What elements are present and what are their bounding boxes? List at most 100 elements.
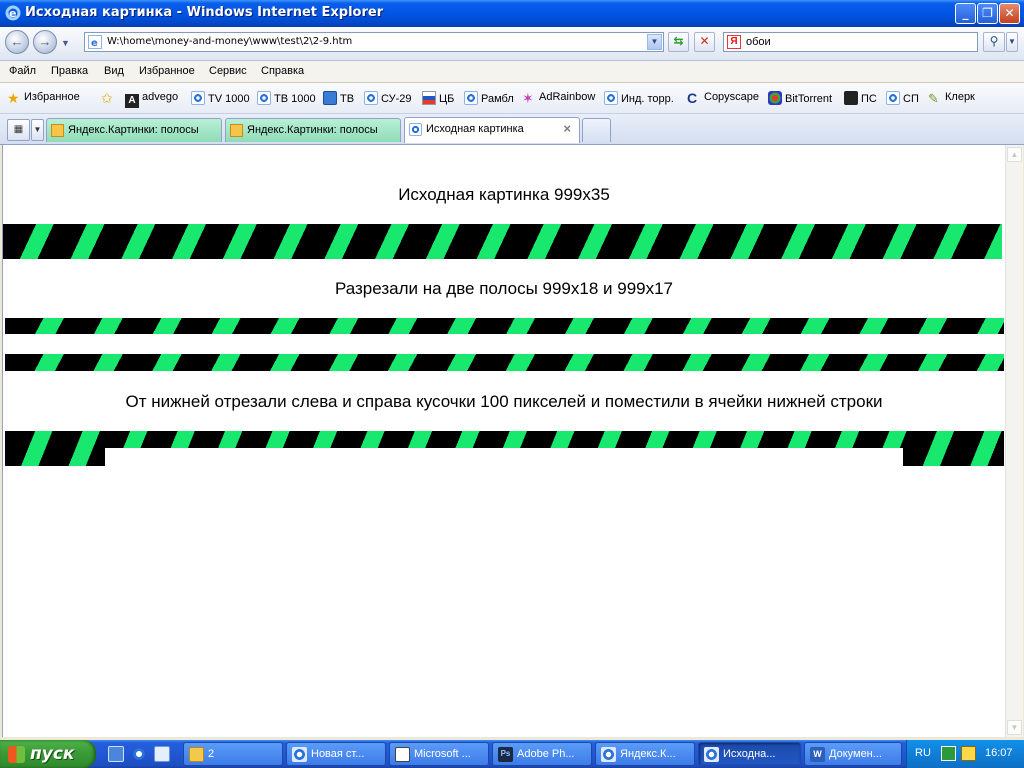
fav-rambler[interactable]: Рамбл bbox=[464, 91, 514, 107]
paperclip-icon: ✎ bbox=[928, 91, 939, 106]
fav-tv1000[interactable]: TV 1000 bbox=[191, 91, 250, 107]
ie-page-icon bbox=[364, 91, 378, 105]
fav-adrainbow[interactable]: ✶ AdRainbow bbox=[522, 91, 595, 107]
fav-ps[interactable]: ПС bbox=[844, 91, 877, 107]
fav-su29[interactable]: СУ-29 bbox=[364, 91, 411, 107]
bittorrent-icon bbox=[768, 91, 782, 105]
search-value: обои bbox=[746, 36, 771, 48]
svg-text:e: e bbox=[91, 38, 98, 49]
folder-icon bbox=[189, 747, 204, 762]
tv-icon bbox=[323, 91, 337, 105]
yandex-search-icon: Я bbox=[727, 35, 741, 49]
menu-view[interactable]: Вид bbox=[104, 65, 124, 77]
forward-button[interactable]: → bbox=[33, 30, 57, 54]
task-photoshop[interactable]: Ps Adobe Ph... bbox=[492, 742, 592, 766]
tray-status-icon[interactable] bbox=[961, 746, 976, 761]
heading-original: Исходная картинка 999x35 bbox=[398, 185, 610, 204]
refresh-icon: ⇆ bbox=[673, 34, 684, 48]
history-dropdown-icon[interactable]: ▼ bbox=[61, 38, 70, 48]
fav-advego[interactable]: Aadvego bbox=[125, 91, 178, 108]
task-microsoft[interactable]: Microsoft ... bbox=[389, 742, 489, 766]
star-icon: ★ bbox=[7, 90, 20, 106]
add-star-icon: ✩ bbox=[101, 90, 113, 106]
task-document[interactable]: W Докумен... bbox=[804, 742, 902, 766]
fav-cb[interactable]: ЦБ bbox=[422, 91, 454, 107]
menu-tools[interactable]: Сервис bbox=[209, 65, 247, 77]
address-dropdown-icon[interactable]: ▼ bbox=[647, 34, 662, 50]
title-bar[interactable]: e Исходная картинка - Windows Internet E… bbox=[0, 0, 1024, 27]
system-tray: RU 16:07 bbox=[906, 740, 1024, 768]
new-tab-button[interactable] bbox=[582, 118, 611, 142]
menu-help[interactable]: Справка bbox=[261, 65, 304, 77]
task-yandex[interactable]: Яндекс.К... bbox=[595, 742, 695, 766]
copyscape-icon: C bbox=[687, 90, 698, 106]
add-favorite-button[interactable]: ✩ bbox=[101, 91, 118, 107]
search-options-button[interactable]: ▼ bbox=[1006, 32, 1018, 52]
menu-file[interactable]: Файл bbox=[9, 65, 36, 77]
photoshop-icon: Ps bbox=[498, 747, 513, 762]
address-url: W:\home\money-and-money\www\test\2\2-9.h… bbox=[107, 36, 353, 47]
ie-icon bbox=[601, 747, 616, 762]
stop-button[interactable]: ✕ bbox=[694, 32, 715, 52]
task-new-page[interactable]: Новая ст... bbox=[286, 742, 386, 766]
quick-tabs-button[interactable]: ▦ bbox=[7, 119, 30, 141]
language-indicator[interactable]: RU bbox=[915, 747, 931, 759]
favorites-bar: ★ Избранное ✩ Aadvego TV 1000 ТВ 1000 ТВ … bbox=[0, 83, 1024, 114]
menu-edit[interactable]: Правка bbox=[51, 65, 88, 77]
heading-cut: От нижней отрезали слева и справа кусочк… bbox=[125, 392, 883, 411]
word-icon: W bbox=[810, 747, 825, 762]
start-label: пуск bbox=[30, 744, 75, 764]
tab-active[interactable]: Исходная картинка × bbox=[404, 117, 580, 143]
refresh-button[interactable]: ⇆ bbox=[668, 32, 689, 52]
address-input[interactable]: e W:\home\money-and-money\www\test\2\2-9… bbox=[84, 32, 664, 52]
close-button[interactable]: ✕ bbox=[999, 3, 1020, 24]
vertical-scrollbar[interactable]: ▲ ▼ bbox=[1005, 145, 1023, 737]
chevron-down-icon: ▼ bbox=[33, 125, 42, 134]
start-button[interactable]: пуск bbox=[0, 740, 96, 768]
search-input[interactable]: Я обои bbox=[723, 32, 978, 52]
address-toolbar: ← → ▼ e W:\home\money-and-money\www\test… bbox=[0, 27, 1024, 61]
fav-tb1000[interactable]: ТВ 1000 bbox=[257, 91, 316, 107]
heading-split: Разрезали на две полосы 999x18 и 999x17 bbox=[334, 279, 674, 298]
scroll-up-icon[interactable]: ▲ bbox=[1007, 147, 1022, 162]
task-active-page[interactable]: Исходна... bbox=[698, 742, 801, 766]
fav-klerk[interactable]: ✎ Клерк bbox=[928, 91, 975, 107]
yandex-images-icon bbox=[230, 124, 243, 137]
minimize-icon: _ bbox=[962, 6, 969, 20]
tab-yandex-2[interactable]: Яндекс.Картинки: полосы bbox=[225, 118, 401, 142]
tab-bar: ▦ ▼ Яндекс.Картинки: полосы Яндекс.Карти… bbox=[0, 114, 1024, 145]
search-button[interactable]: ⚲ bbox=[983, 32, 1005, 52]
stripe-original-image bbox=[3, 224, 1002, 259]
close-icon: ✕ bbox=[1004, 6, 1015, 20]
tab-list-button[interactable]: ▼ bbox=[31, 119, 44, 141]
clock: 16:07 bbox=[985, 747, 1013, 759]
menu-favorites[interactable]: Избранное bbox=[139, 65, 195, 77]
back-button[interactable]: ← bbox=[5, 30, 29, 54]
ie-quicklaunch-icon[interactable] bbox=[131, 746, 147, 762]
favorites-center-button[interactable]: ★ Избранное bbox=[7, 91, 80, 107]
ie-page-icon bbox=[409, 123, 422, 136]
ie-page-icon bbox=[257, 91, 271, 105]
tab-label: Исходная картинка bbox=[426, 123, 524, 135]
scroll-down-icon[interactable]: ▼ bbox=[1007, 720, 1022, 735]
maximize-icon: ❐ bbox=[982, 6, 993, 20]
fav-ind-torr[interactable]: Инд. торр. bbox=[604, 91, 674, 107]
maximize-button[interactable]: ❐ bbox=[977, 3, 998, 24]
windows-flag-icon bbox=[8, 746, 25, 763]
ie-alt-quicklaunch-icon[interactable] bbox=[154, 746, 170, 762]
fav-sp[interactable]: СП bbox=[886, 91, 919, 107]
fav-copyscape[interactable]: C Copyscape bbox=[687, 91, 759, 107]
fav-bittorrent[interactable]: BitTorrent bbox=[768, 91, 832, 107]
task-folder-2[interactable]: 2 bbox=[183, 742, 283, 766]
back-arrow-icon: ← bbox=[10, 34, 24, 49]
close-tab-icon[interactable]: × bbox=[563, 121, 571, 136]
tray-app-icon[interactable] bbox=[941, 746, 956, 761]
menu-bar: Файл Правка Вид Избранное Сервис Справка bbox=[0, 61, 1024, 83]
fav-tv[interactable]: ТВ bbox=[323, 91, 354, 107]
quick-tabs-icon: ▦ bbox=[13, 124, 24, 135]
ie-page-icon bbox=[464, 91, 478, 105]
tab-yandex-1[interactable]: Яндекс.Картинки: полосы bbox=[46, 118, 222, 142]
minimize-button[interactable]: _ bbox=[955, 3, 976, 24]
magnifier-icon: ⚲ bbox=[989, 34, 999, 48]
show-desktop-icon[interactable] bbox=[108, 746, 124, 762]
